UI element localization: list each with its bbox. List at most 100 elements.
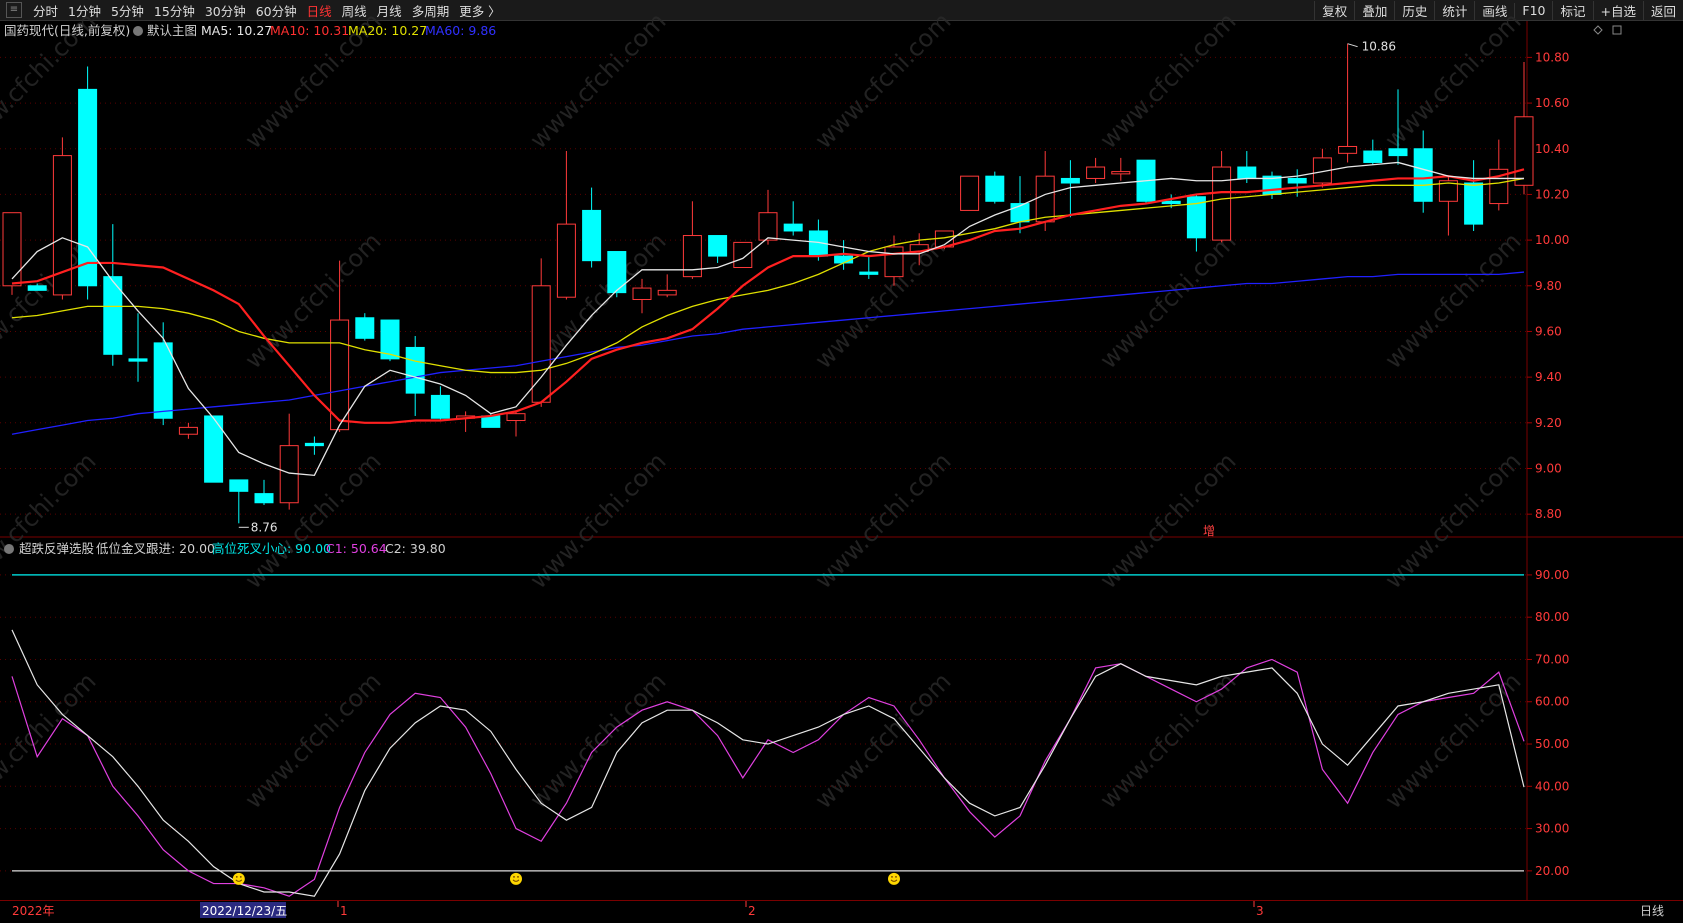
- watermark-text: www.cfchi.com: [1379, 7, 1526, 154]
- date-axis-svg: 2022年 2022/12/23/五 1 2 3 日线: [12, 901, 1664, 918]
- candle-down: [859, 271, 879, 275]
- price-tick-label: 10.60: [1535, 96, 1569, 110]
- template-label: 默认主图: [147, 23, 197, 38]
- chart-area: www.cfchi.com www.cfchi.com www.cfchi.com w…: [0, 7, 1683, 900]
- indicator-tick-label: 40.00: [1535, 779, 1569, 793]
- watermark-text: www.cfchi.com: [1379, 447, 1526, 594]
- candle-down: [1161, 200, 1181, 205]
- candle-down: [1413, 148, 1433, 202]
- high-marker-label: 10.86: [1362, 40, 1396, 54]
- candle-down: [153, 342, 173, 419]
- panel-maximize-icon[interactable]: [1612, 25, 1622, 35]
- c2-readout: C2: 39.80: [385, 541, 446, 556]
- cursor-date-label: 2022/12/23/五: [202, 904, 287, 918]
- candle-up: [1212, 166, 1232, 241]
- candle-up: [1086, 166, 1106, 179]
- candle-down: [304, 442, 324, 447]
- period-tag[interactable]: 日线: [1640, 904, 1664, 918]
- smiley-eye: [513, 875, 515, 878]
- candle-down: [1237, 166, 1257, 179]
- watermark-text: www.cfchi.com: [1094, 667, 1241, 814]
- watermark-text: www.cfchi.com: [1094, 447, 1241, 594]
- candle-down: [1287, 177, 1307, 184]
- watermark-text: www.cfchi.com: [1094, 7, 1241, 154]
- candle-down: [405, 346, 425, 394]
- c1-line: [11, 658, 1525, 897]
- candle-down: [1060, 177, 1080, 184]
- candle-up: [1111, 171, 1131, 175]
- candle-up: [682, 235, 702, 278]
- candle-down: [582, 209, 602, 262]
- price-tick-label: 9.80: [1535, 279, 1562, 293]
- watermark-text: www.cfchi.com: [0, 447, 101, 594]
- month-label: 3: [1256, 904, 1264, 918]
- price-tick-label: 9.00: [1535, 461, 1562, 475]
- candle-down: [1363, 150, 1383, 163]
- watermark-text: www.cfchi.com: [0, 667, 101, 814]
- watermark-text: www.cfchi.com: [524, 7, 671, 154]
- indicator-tick-label: 60.00: [1535, 695, 1569, 709]
- smiley-face: [888, 872, 900, 885]
- price-tick-label: 10.00: [1535, 233, 1569, 247]
- candle-down: [783, 223, 803, 232]
- candle-up: [657, 289, 677, 296]
- ma60-line: [11, 271, 1525, 435]
- smiley-signal-icon: [232, 872, 245, 885]
- price-tick-label: 8.80: [1535, 507, 1562, 521]
- watermark-text: www.cfchi.com: [524, 447, 671, 594]
- indicator-tick-label: 20.00: [1535, 864, 1569, 878]
- candle-up: [632, 287, 652, 300]
- candle-up: [1338, 145, 1358, 154]
- candle-down: [708, 235, 728, 257]
- main-panel-title: 国药现代(日线,前复权): [4, 23, 130, 38]
- smiley-eye: [239, 875, 242, 878]
- date-axis: 2022年 2022/12/23/五 1 2 3 日线: [0, 900, 1683, 920]
- candle-down: [254, 493, 274, 504]
- smiley-face: [510, 872, 522, 885]
- candle-down: [607, 251, 627, 294]
- smiley-signal-icon: [888, 872, 900, 885]
- smiley-face: [232, 872, 245, 885]
- watermark-text: www.cfchi.com: [1379, 227, 1526, 374]
- c1-readout: C1: 50.64: [326, 541, 387, 556]
- year-label: 2022年: [12, 904, 55, 918]
- ma10-readout: MA10: 10.31: [270, 23, 349, 38]
- candle-down: [481, 415, 501, 428]
- watermark-text: www.cfchi.com: [809, 7, 956, 154]
- price-tick-label: 10.20: [1535, 187, 1569, 201]
- smiley-eye: [891, 875, 893, 878]
- indicator-dropdown-icon[interactable]: [4, 544, 14, 554]
- price-tick-label: 9.60: [1535, 324, 1562, 338]
- c2-line: [11, 629, 1525, 897]
- watermark-text: www.cfchi.com: [809, 447, 956, 594]
- template-dropdown-icon[interactable]: [133, 26, 143, 36]
- month-label: 1: [340, 904, 348, 918]
- candle-up: [758, 212, 778, 241]
- indicator-title: 超跌反弹选股: [19, 541, 95, 556]
- ma20-readout: MA20: 10.27: [348, 23, 427, 38]
- indicator-tick-label: 80.00: [1535, 610, 1569, 624]
- watermark-text: www.cfchi.com: [239, 227, 386, 374]
- candle-down: [1388, 148, 1408, 157]
- price-tick-label: 10.80: [1535, 50, 1569, 64]
- watermark-text: www.cfchi.com: [809, 667, 956, 814]
- diamond-icon[interactable]: [1593, 25, 1603, 35]
- indicator-tick-label: 30.00: [1535, 822, 1569, 836]
- candle-down: [1464, 182, 1484, 225]
- candle-up: [556, 223, 576, 298]
- price-tick-label: 9.20: [1535, 416, 1562, 430]
- high-cross-readout: 高位死叉小心: 90.00: [212, 541, 331, 556]
- candle-up: [1035, 175, 1055, 223]
- candle-up: [960, 175, 980, 211]
- candle-up: [506, 413, 526, 422]
- indicator-tick-label: 50.00: [1535, 737, 1569, 751]
- candle-up: [178, 426, 198, 435]
- smiley-eye: [895, 875, 897, 878]
- indicator-tick-label: 70.00: [1535, 652, 1569, 666]
- candle-down: [128, 358, 148, 362]
- indicator-tick-label: 90.00: [1535, 568, 1569, 582]
- ma60-readout: MA60: 9.86: [425, 23, 496, 38]
- candle-down: [985, 175, 1005, 202]
- high-marker-arrow: [1347, 43, 1358, 48]
- candle-down: [27, 285, 47, 291]
